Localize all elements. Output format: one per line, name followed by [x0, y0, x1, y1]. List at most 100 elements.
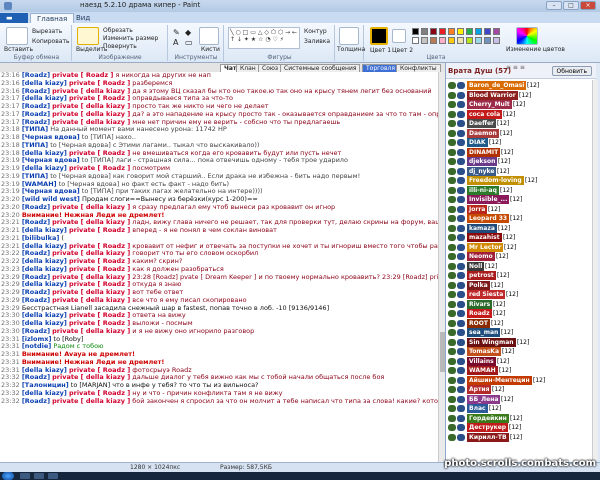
clan-icon[interactable]: [457, 158, 465, 165]
clan-icon[interactable]: [457, 110, 465, 118]
minimize-button[interactable]: –: [546, 1, 562, 10]
palette-color[interactable]: [412, 28, 419, 35]
tab-union[interactable]: Союз: [258, 64, 283, 72]
palette-color[interactable]: [421, 37, 428, 44]
clan-icon[interactable]: [457, 243, 465, 251]
taskbar-app-icon[interactable]: [20, 473, 30, 479]
user-name[interactable]: Villains: [467, 356, 496, 366]
message-sender[interactable]: [della kiazy]: [22, 80, 67, 87]
message-sender[interactable]: [della kiazy]: [22, 243, 67, 250]
message-private-tag[interactable]: private [ della kiazy ]: [52, 374, 130, 381]
message-private-tag[interactable]: private [ della kiazy ]: [52, 119, 130, 126]
refresh-button[interactable]: Обновить: [551, 66, 592, 76]
user-name[interactable]: Noll: [467, 261, 485, 271]
user-row[interactable]: DINAMIT [12]: [446, 147, 588, 158]
clan-icon[interactable]: [457, 205, 465, 213]
message-private-tag[interactable]: private [ della kiazy ]: [52, 274, 130, 281]
user-name[interactable]: Polka: [467, 280, 490, 290]
message-sender[interactable]: [Черная вдова]: [22, 188, 80, 195]
user-row[interactable]: Jorra [12]: [446, 204, 588, 215]
message-sender[interactable]: [wild wild west]: [22, 196, 80, 203]
clan-icon[interactable]: [457, 291, 465, 298]
palette-color[interactable]: [484, 28, 491, 35]
color1-swatch[interactable]: [370, 27, 388, 45]
palette-color[interactable]: [484, 37, 491, 44]
message-sender[interactable]: [Roadz]: [22, 374, 50, 381]
edit-colors-button[interactable]: Изменение цветов: [506, 46, 565, 53]
palette-color[interactable]: [466, 37, 473, 44]
user-name[interactable]: Гордейкин: [467, 413, 509, 423]
user-name[interactable]: djekson: [467, 157, 498, 166]
palette-color[interactable]: [448, 28, 455, 35]
fill-bucket-icon[interactable]: ◆: [185, 28, 191, 37]
message-private-tag[interactable]: private [ della kiazy ]: [52, 297, 130, 304]
message-private-tag[interactable]: private [ della kiazy ]: [52, 328, 130, 335]
message-private-tag[interactable]: private [ Roadz ]: [69, 150, 130, 157]
message-private-tag[interactable]: private [ Roadz ]: [69, 390, 130, 397]
clan-icon[interactable]: [457, 91, 465, 99]
eraser-icon[interactable]: ▭: [185, 38, 193, 47]
message-sender[interactable]: [Roadz]: [22, 297, 50, 304]
color1-label[interactable]: Цвет 1: [370, 47, 391, 54]
clan-icon[interactable]: [457, 433, 465, 441]
message-private-tag[interactable]: private [ Roadz ]: [69, 266, 130, 273]
clan-icon[interactable]: [457, 272, 465, 279]
message-sender[interactable]: [Roadz]: [22, 328, 50, 335]
clan-icon[interactable]: [457, 281, 465, 289]
user-name[interactable]: Leopard 33: [467, 214, 510, 223]
user-row[interactable]: Daeffer [12]: [446, 119, 588, 129]
clan-icon[interactable]: [457, 120, 465, 127]
user-row[interactable]: ББ_Лена [12]: [446, 394, 588, 405]
user-row[interactable]: Sin Wingman [12]: [446, 337, 588, 348]
user-row[interactable]: Roadz [12]: [446, 309, 588, 319]
user-name[interactable]: petrost: [467, 271, 496, 280]
message-private-tag[interactable]: private [ della kiazy ]: [52, 289, 130, 296]
message-sender[interactable]: [della kiazy]: [22, 367, 67, 374]
user-name[interactable]: Деструкер: [467, 423, 509, 432]
brushes-button[interactable]: Кисти: [201, 46, 220, 53]
message-private-tag[interactable]: private [ Roadz ]: [69, 320, 130, 327]
user-row[interactable]: illi-ni-aq [12]: [446, 185, 588, 196]
user-name[interactable]: DINAMIT: [467, 147, 501, 157]
user-name[interactable]: ROOT: [467, 318, 490, 328]
edit-colors-icon[interactable]: [516, 27, 538, 45]
file-menu-button[interactable]: ▬: [0, 13, 28, 23]
user-row[interactable]: Invisible_... [12]: [446, 195, 588, 205]
user-row[interactable]: Baron_de_Omasi [12]: [446, 81, 588, 91]
user-row[interactable]: DIAK [12]: [446, 138, 588, 148]
clan-icon[interactable]: [457, 348, 465, 355]
user-name[interactable]: mazahist: [467, 233, 502, 242]
message-private-tag[interactable]: private [ Roadz ]: [69, 95, 130, 102]
clan-icon[interactable]: [457, 234, 465, 241]
clan-icon[interactable]: [457, 405, 465, 412]
chat-scrollbar[interactable]: [438, 72, 445, 462]
user-name[interactable]: Jorra: [467, 204, 488, 214]
user-name[interactable]: Артия: [467, 385, 492, 394]
message-sender[interactable]: [Roadz]: [22, 289, 50, 296]
message-private-tag[interactable]: private [ Roadz ]: [69, 243, 130, 250]
message-sender[interactable]: [notdie]: [22, 343, 51, 350]
paste-button[interactable]: Вставить: [4, 46, 33, 53]
clan-icon[interactable]: [457, 177, 465, 184]
message-sender[interactable]: [ТИПА]: [22, 173, 48, 180]
user-row[interactable]: djekson [12]: [446, 157, 588, 167]
user-row[interactable]: kamaza [12]: [446, 223, 588, 234]
message-private-tag[interactable]: private [ della kiazy ]: [52, 219, 130, 226]
clan-icon[interactable]: [457, 167, 465, 175]
clan-icon[interactable]: [457, 101, 465, 108]
user-name[interactable]: Mr Lector: [467, 242, 504, 252]
cut-button[interactable]: Вырезать: [32, 28, 62, 35]
palette-color[interactable]: [421, 28, 428, 35]
palette-color[interactable]: [493, 37, 500, 44]
message-sender[interactable]: [Roadz]: [22, 204, 50, 211]
taskbar-app-icon[interactable]: [34, 473, 44, 479]
user-name[interactable]: Айшин-Ментецин: [467, 375, 532, 385]
message-sender[interactable]: [Roadz]: [22, 274, 50, 281]
outline-button[interactable]: Контур: [304, 28, 327, 35]
palette-color[interactable]: [493, 28, 500, 35]
message-private-tag[interactable]: private [ della kiazy ]: [52, 88, 130, 95]
message-private-tag[interactable]: private [ Roadz ]: [69, 165, 130, 172]
message-sender[interactable]: [Roadz]: [22, 111, 50, 118]
palette-color[interactable]: [430, 37, 437, 44]
user-name[interactable]: DIAK: [467, 138, 488, 147]
